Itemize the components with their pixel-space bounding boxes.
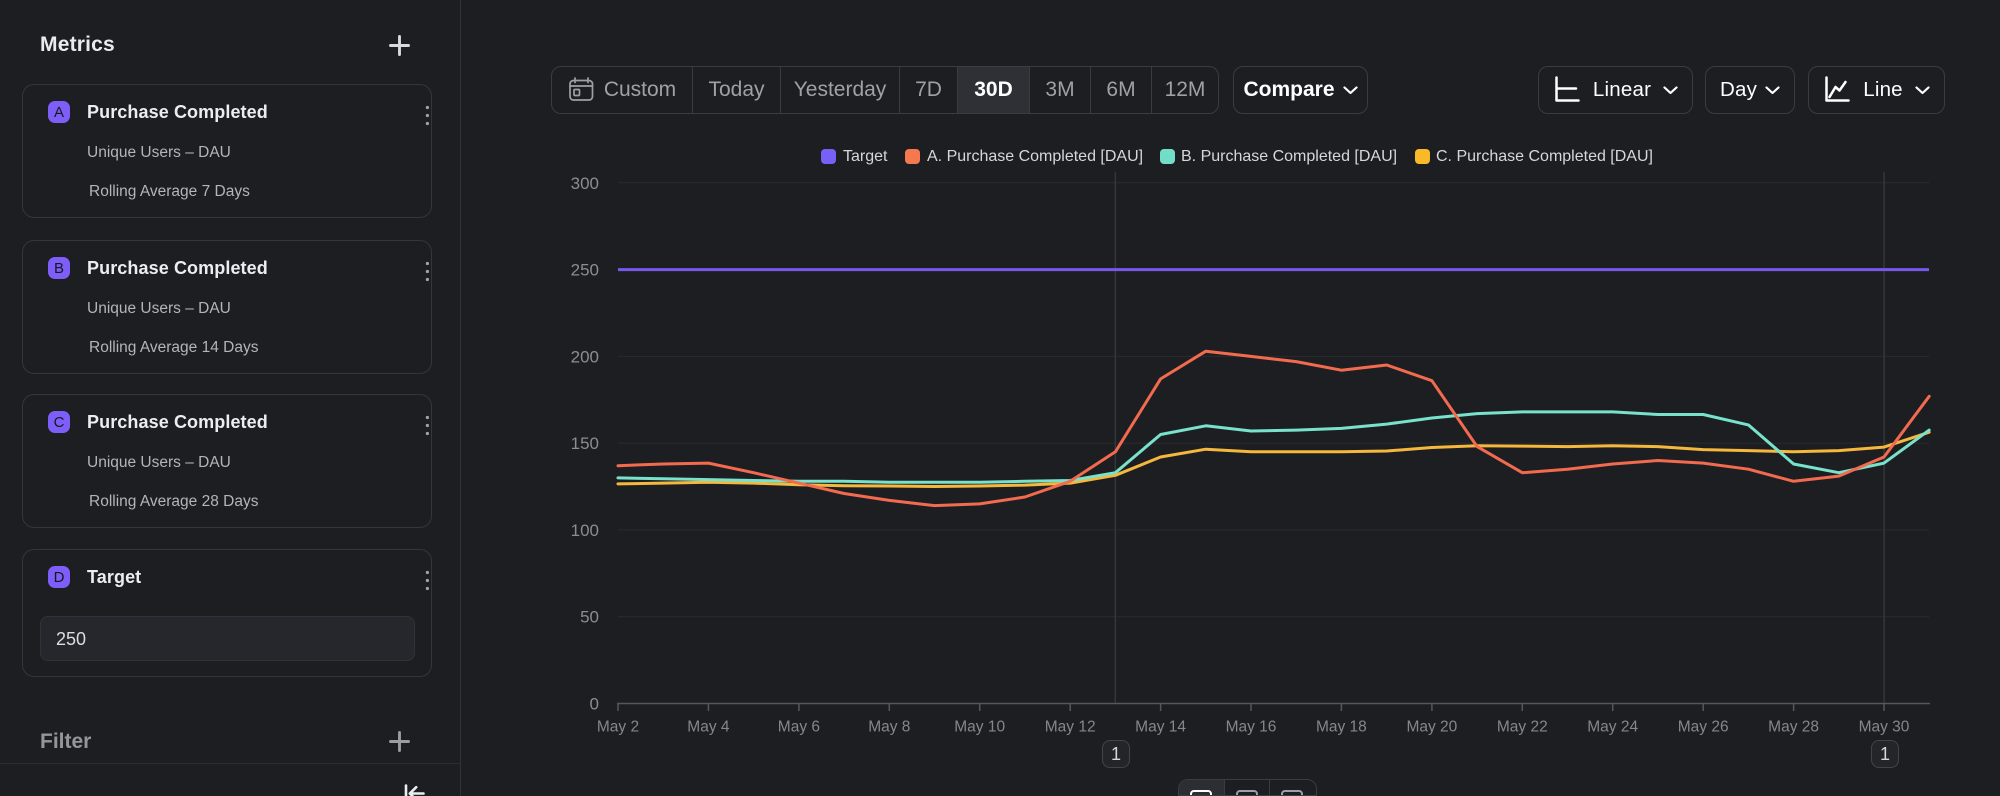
svg-text:May 6: May 6 — [778, 719, 820, 736]
svg-text:200: 200 — [571, 347, 599, 366]
svg-text:150: 150 — [571, 434, 599, 453]
svg-text:May 26: May 26 — [1678, 719, 1729, 736]
svg-text:May 10: May 10 — [954, 719, 1005, 736]
svg-text:May 8: May 8 — [868, 719, 910, 736]
svg-text:May 22: May 22 — [1497, 719, 1548, 736]
svg-text:250: 250 — [571, 261, 599, 280]
svg-text:May 20: May 20 — [1406, 719, 1457, 736]
svg-text:May 28: May 28 — [1768, 719, 1819, 736]
svg-text:May 18: May 18 — [1316, 719, 1367, 736]
svg-text:May 4: May 4 — [687, 719, 730, 736]
svg-text:May 30: May 30 — [1859, 719, 1910, 736]
svg-text:0: 0 — [590, 695, 599, 714]
svg-text:May 14: May 14 — [1135, 719, 1186, 736]
svg-text:May 12: May 12 — [1045, 719, 1096, 736]
svg-text:300: 300 — [571, 174, 599, 193]
svg-text:50: 50 — [580, 608, 599, 627]
svg-text:May 2: May 2 — [597, 719, 639, 736]
svg-text:May 24: May 24 — [1587, 719, 1638, 736]
svg-text:May 16: May 16 — [1226, 719, 1277, 736]
svg-text:100: 100 — [571, 521, 599, 540]
